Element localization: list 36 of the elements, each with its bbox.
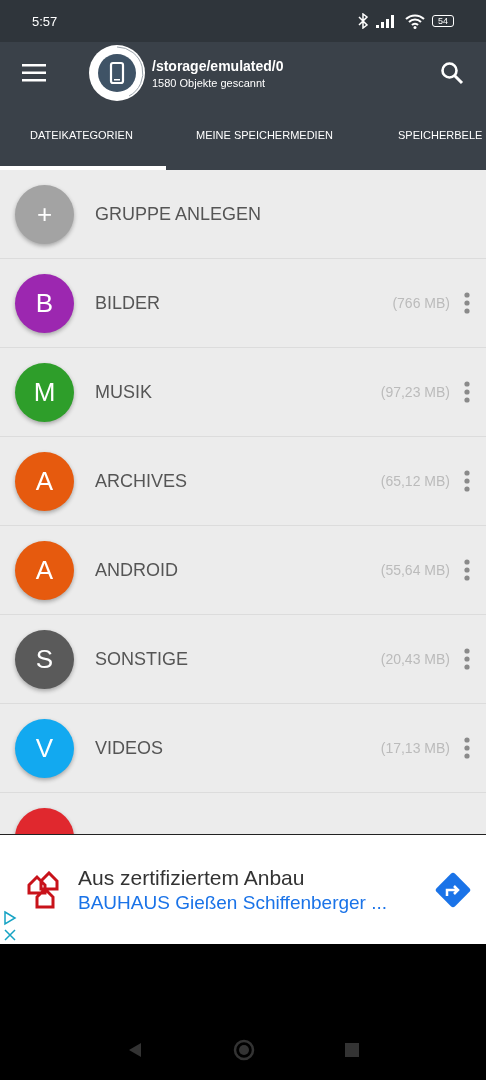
category-tab[interactable]: MEINE SPEICHERMEDIEN <box>166 104 366 170</box>
more-icon[interactable] <box>464 470 470 492</box>
more-icon[interactable] <box>464 381 470 403</box>
category-avatar: B <box>15 273 74 333</box>
category-avatar: A <box>15 451 74 511</box>
battery-level: 54 <box>432 15 454 27</box>
category-name[interactable]: ANDROID <box>95 559 381 581</box>
storage-path: /storage/emulated/0 <box>152 57 285 74</box>
category-name[interactable]: MUSIK <box>95 381 381 403</box>
search-icon[interactable] <box>440 61 464 85</box>
more-icon[interactable] <box>464 559 470 581</box>
more-icon[interactable] <box>464 737 470 759</box>
category-avatar: A <box>15 540 74 600</box>
more-icon[interactable] <box>464 648 470 670</box>
category-avatar: M <box>15 362 74 422</box>
add-group-label[interactable]: GRUPPE ANLEGEN <box>95 203 470 225</box>
back-icon[interactable] <box>127 1042 143 1058</box>
wifi-icon <box>405 13 425 29</box>
houses-logo-icon <box>26 870 60 909</box>
status-time: 5:57 <box>32 13 58 29</box>
category-avatar: S <box>15 629 74 689</box>
ad-advertiser[interactable]: BAUHAUS Gießen Schiffenberger ... <box>78 891 432 914</box>
ad-choices-icon[interactable] <box>3 910 17 942</box>
category-name[interactable]: SONSTIGE <box>95 648 381 670</box>
ad-headline[interactable]: Aus zertifiziertem Anbau <box>78 865 432 890</box>
more-icon[interactable] <box>464 292 470 314</box>
home-icon[interactable] <box>233 1039 255 1061</box>
category-name[interactable]: BILDER <box>95 292 393 314</box>
scan-count: 1580 Objekte gescannt <box>152 76 267 89</box>
bluetooth-icon <box>357 13 369 29</box>
menu-icon[interactable] <box>22 64 46 82</box>
phone-storage-icon <box>88 44 146 102</box>
category-tab[interactable]: SPEICHERBELE <box>366 104 483 170</box>
category-name[interactable]: ARCHIVES <box>95 470 381 492</box>
category-name[interactable]: VIDEOS <box>95 737 381 759</box>
category-avatar: V <box>15 718 74 778</box>
